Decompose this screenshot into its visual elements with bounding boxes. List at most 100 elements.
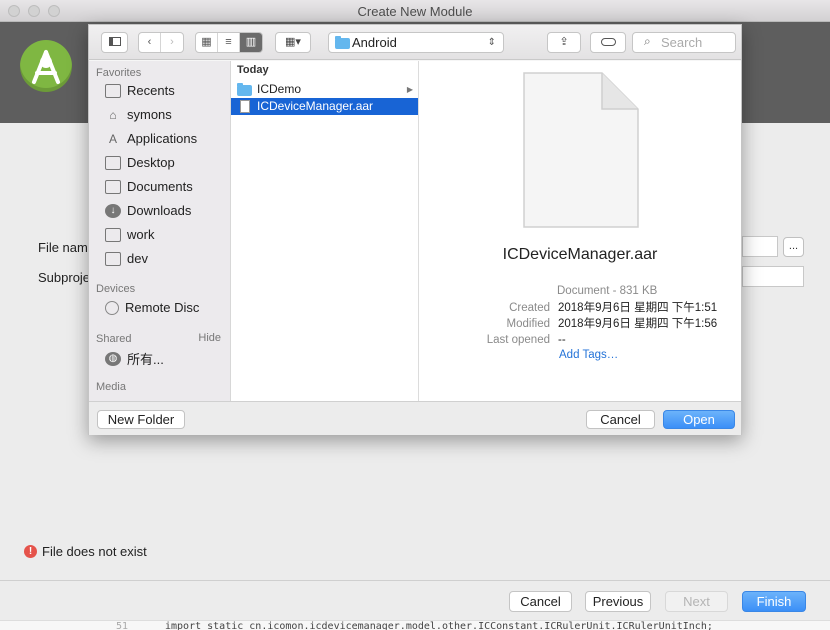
file-name-label: File name	[38, 240, 96, 255]
sidebar-item-desktop[interactable]: Desktop	[105, 155, 175, 170]
preview-file-name: ICDeviceManager.aar	[502, 246, 658, 263]
error-icon: !	[24, 545, 37, 558]
sidebar-item-applications[interactable]: A Applications	[105, 131, 197, 146]
browse-button[interactable]: ...	[783, 237, 804, 257]
network-globe-icon: ◍	[105, 351, 121, 366]
favorites-header: Favorites	[96, 67, 142, 79]
sidebar-item-label: Desktop	[127, 155, 175, 170]
search-icon: ⌕	[644, 34, 651, 48]
previous-button[interactable]: Previous	[585, 591, 651, 612]
sidebar-item-recents[interactable]: Recents	[105, 83, 175, 98]
back-forward-control: ‹ ›	[138, 32, 184, 53]
column-view-icon[interactable]: ▥	[240, 33, 262, 52]
list-view-icon[interactable]: ≡	[218, 33, 240, 52]
forward-button[interactable]: ›	[161, 33, 183, 52]
sidebar-item-work[interactable]: work	[105, 227, 154, 242]
window-titlebar: Create New Module	[0, 0, 830, 22]
location-popup[interactable]: Android ⇕	[328, 32, 504, 53]
folder-icon	[105, 251, 121, 266]
add-tags-link[interactable]: Add Tags…	[559, 349, 618, 361]
sheet-footer: New Folder Cancel Open	[89, 401, 741, 435]
finish-button[interactable]: Finish	[742, 591, 806, 612]
next-button[interactable]: Next	[665, 591, 728, 612]
media-header: Media	[96, 381, 126, 393]
sidebar-item-documents[interactable]: Documents	[105, 179, 193, 194]
wizard-footer: Cancel Previous Next Finish	[0, 580, 830, 620]
line-number: 51	[116, 621, 129, 630]
downloads-icon: ↓	[105, 203, 121, 218]
share-icon: ⇪	[559, 36, 569, 48]
sheet-toolbar: ‹ › ▦ ≡ ▥ ▦▾ Android ⇕ ⇪ ⌕ Search	[89, 25, 741, 60]
sidebar-item-remote-disc[interactable]: Remote Disc	[105, 300, 199, 315]
preview-kind-size: Document - 831 KB	[557, 285, 658, 297]
sidebar-item-label: 所有...	[127, 352, 164, 367]
subproject-label: Subproje	[38, 270, 91, 285]
search-input[interactable]: ⌕ Search	[632, 32, 736, 53]
sidebar-item-label: Remote Disc	[125, 300, 200, 315]
sidebar-item-dev[interactable]: dev	[105, 251, 148, 266]
shared-hide-link[interactable]: Hide	[198, 332, 221, 344]
disc-icon	[105, 300, 119, 315]
modified-label: Modified	[506, 318, 550, 330]
sidebar-item-symons[interactable]: ⌂ symons	[105, 107, 172, 122]
folder-icon	[335, 36, 350, 49]
sidebar-item-label: Applications	[127, 131, 198, 146]
open-file-sheet: ‹ › ▦ ≡ ▥ ▦▾ Android ⇕ ⇪ ⌕ Search Favori…	[88, 24, 742, 435]
devices-header: Devices	[96, 283, 136, 295]
subproject-name-input[interactable]	[742, 266, 804, 287]
cancel-button[interactable]: Cancel	[509, 591, 572, 612]
window-title: Create New Module	[357, 4, 473, 19]
grid-chevron-icon: ▦▾	[285, 36, 301, 48]
sidebar-toggle-button[interactable]	[101, 32, 128, 53]
created-label: Created	[509, 302, 550, 314]
sidebar-item-label: Recents	[127, 83, 175, 98]
sheet-cancel-button[interactable]: Cancel	[586, 410, 655, 429]
error-message: ! File does not exist	[24, 544, 147, 559]
tags-button[interactable]	[590, 32, 626, 53]
list-item[interactable]: ICDemo ▶	[231, 81, 418, 98]
column-header: Today	[237, 64, 269, 76]
android-studio-logo-icon	[20, 40, 72, 92]
share-button[interactable]: ⇪	[547, 32, 581, 53]
sidebar-item-label: Documents	[127, 179, 193, 194]
editor-strip: 51 import static cn.icomon.icdevicemanag…	[0, 620, 830, 630]
home-icon: ⌂	[109, 107, 117, 122]
recents-icon	[105, 83, 121, 98]
sidebar-item-shared-all[interactable]: ◍ 所有...	[105, 349, 164, 368]
last-opened-label: Last opened	[486, 334, 550, 346]
sidebar-item-downloads[interactable]: ↓ Downloads	[105, 203, 191, 218]
sidebar-item-label: Downloads	[127, 203, 192, 218]
search-placeholder: Search	[661, 35, 703, 50]
list-item-selected[interactable]: ICDeviceManager.aar	[231, 98, 418, 115]
location-label: Android	[352, 35, 397, 50]
back-button[interactable]: ‹	[139, 33, 161, 52]
error-text: File does not exist	[42, 544, 147, 559]
created-value: 2018年9月6日 星期四 下午1:51	[558, 302, 718, 314]
document-icon	[523, 72, 639, 228]
folder-icon	[237, 83, 252, 96]
file-column: Today ICDemo ▶ ICDeviceManager.aar	[231, 61, 419, 401]
updown-chevron-icon: ⇕	[487, 37, 496, 48]
folder-icon	[105, 227, 121, 242]
open-button[interactable]: Open	[663, 410, 735, 429]
preview-pane: ICDeviceManager.aar Document - 831 KB Cr…	[419, 61, 741, 401]
list-item-label: ICDemo	[257, 82, 302, 96]
view-mode-control: ▦ ≡ ▥	[195, 32, 263, 53]
sidebar-item-label: symons	[127, 107, 172, 122]
desktop-icon	[105, 155, 121, 170]
modified-value: 2018年9月6日 星期四 下午1:56	[558, 318, 718, 330]
documents-icon	[105, 179, 121, 194]
shared-header: Shared	[96, 333, 132, 345]
sidebar-item-label: work	[127, 227, 155, 242]
new-folder-button[interactable]: New Folder	[97, 410, 185, 429]
group-by-button[interactable]: ▦▾	[275, 32, 311, 53]
tag-icon	[600, 38, 616, 46]
sidebar-item-label: dev	[127, 251, 148, 266]
code-line: import static cn.icomon.icdevicemanager.…	[165, 621, 713, 630]
icon-view-icon[interactable]: ▦	[196, 33, 218, 52]
applications-icon: A	[108, 131, 117, 146]
sidebar-icon	[108, 37, 121, 46]
file-name-input[interactable]	[742, 236, 778, 257]
last-opened-value: --	[558, 334, 566, 346]
sidebar: Favorites Recents ⌂ symons A Application…	[89, 61, 231, 401]
